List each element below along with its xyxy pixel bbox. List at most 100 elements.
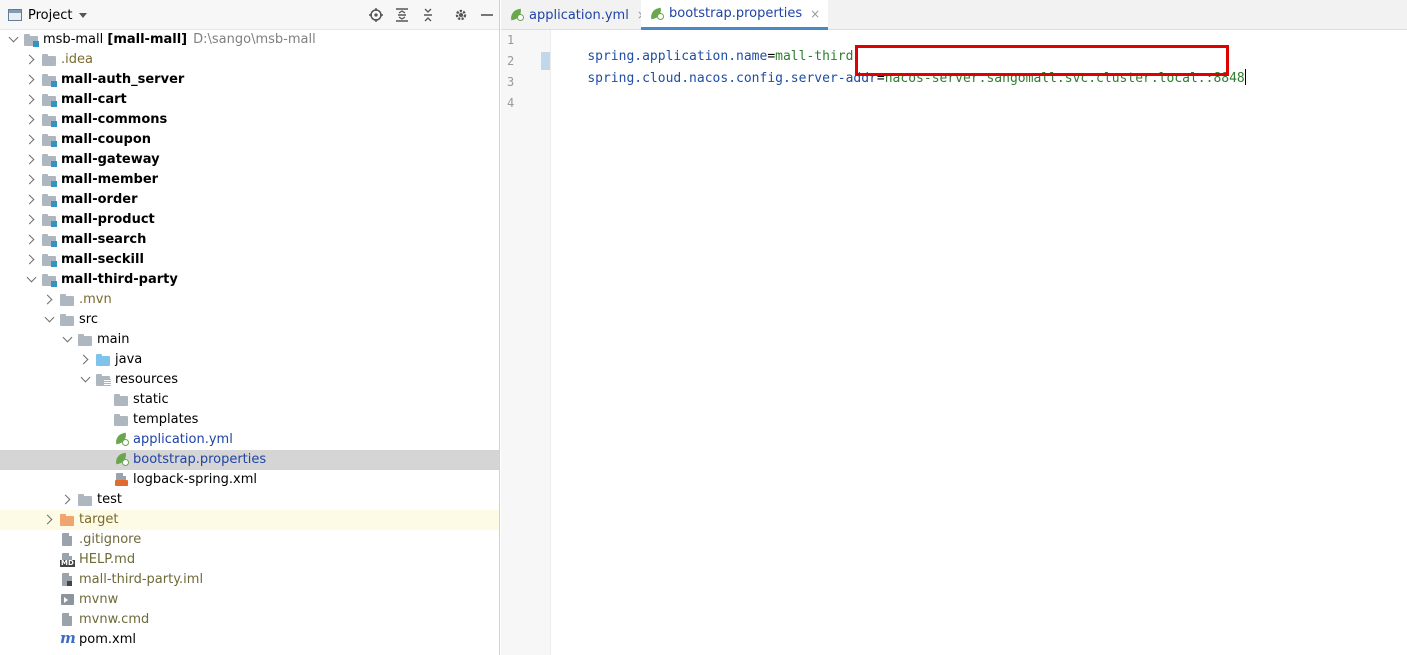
tree-item-src[interactable]: src (0, 310, 499, 330)
tree-item-mall-member[interactable]: mall-member (0, 170, 499, 190)
module-folder-icon (42, 133, 57, 147)
tab-application-yml[interactable]: application.yml× (501, 0, 655, 30)
text-file-icon (60, 613, 75, 626)
tree-item-name: mall-product (61, 212, 155, 227)
chevron-down-icon[interactable] (80, 372, 91, 383)
tree-item-static[interactable]: static (0, 390, 499, 410)
tree-item-java[interactable]: java (0, 350, 499, 370)
chevron-right-icon[interactable] (60, 494, 71, 505)
chevron-right-icon[interactable] (24, 214, 35, 225)
tree-item-label: .idea (61, 52, 93, 68)
minimize-icon[interactable] (478, 6, 496, 24)
tree-item-label: mall-gateway (61, 152, 160, 168)
folder-icon (42, 53, 57, 66)
chevron-down-icon[interactable] (26, 272, 37, 283)
chevron-right-icon[interactable] (24, 254, 35, 265)
tree-item-mall-product[interactable]: mall-product (0, 210, 499, 230)
chevron-down-icon[interactable] (8, 32, 19, 43)
project-view-selector[interactable]: Project (8, 7, 88, 23)
module-name-suffix: [mall-mall] (107, 32, 188, 47)
tree-item-mall-seckill[interactable]: mall-seckill (0, 250, 499, 270)
spring-config-file-icon (114, 432, 129, 446)
chevron-right-icon[interactable] (24, 54, 35, 65)
module-folder-icon (42, 153, 57, 167)
tree-item-mall-third-party-iml[interactable]: mall-third-party.iml (0, 570, 499, 590)
chevron-right-icon[interactable] (42, 514, 53, 525)
tree-item-msb-mall[interactable]: msb-mall [mall-mall] D:\sango\msb-mall (0, 30, 499, 50)
expand-all-icon[interactable] (393, 6, 411, 24)
tree-item-label: test (97, 492, 122, 508)
chevron-right-icon[interactable] (24, 94, 35, 105)
spring-config-file-icon (509, 8, 524, 21)
tree-item-main[interactable]: main (0, 330, 499, 350)
module-folder-icon (42, 213, 57, 227)
module-folder-icon (42, 193, 57, 207)
tree-item-test[interactable]: test (0, 490, 499, 510)
folder-icon (114, 393, 129, 406)
tree-item-mvnw[interactable]: mvnw (0, 590, 499, 610)
tree-item-mall-gateway[interactable]: mall-gateway (0, 150, 499, 170)
tree-item-name: mall-seckill (61, 252, 144, 267)
tree-item-mall-order[interactable]: mall-order (0, 190, 499, 210)
tree-item-pom-xml[interactable]: m pom.xml (0, 629, 499, 650)
tree-item-label: mvnw.cmd (79, 612, 149, 628)
tree-item-mall-auth-server[interactable]: mall-auth_server (0, 70, 499, 90)
tree-item-label: resources (115, 372, 178, 388)
chevron-right-icon[interactable] (42, 294, 53, 305)
tree-item-application-yml[interactable]: application.yml (0, 430, 499, 450)
chevron-right-icon[interactable] (24, 154, 35, 165)
chevron-right-icon[interactable] (24, 194, 35, 205)
chevron-down-icon[interactable] (62, 332, 73, 343)
tree-item-mall-cart[interactable]: mall-cart (0, 90, 499, 110)
tree-item-label: mall-search (61, 232, 146, 248)
tree-item-bootstrap-properties[interactable]: bootstrap.properties (0, 450, 499, 470)
folder-icon (60, 293, 75, 306)
property-key: spring.cloud.nacos.config.server-addr (587, 71, 877, 86)
tree-item-target[interactable]: target (0, 510, 499, 530)
tree-item-idea[interactable]: .idea (0, 50, 499, 70)
shell-script-icon (60, 593, 75, 606)
markdown-file-icon: MD (60, 553, 75, 567)
tree-item-name: .idea (61, 52, 93, 67)
tree-item-gitignore[interactable]: .gitignore (0, 530, 499, 550)
chevron-down-icon[interactable] (44, 312, 55, 323)
maven-file-icon: m (60, 629, 76, 647)
tab-bootstrap-properties[interactable]: bootstrap.properties × (641, 0, 829, 30)
tree-item-mall-coupon[interactable]: mall-coupon (0, 130, 499, 150)
tree-item-name: .gitignore (79, 532, 142, 547)
text-file-icon (60, 533, 75, 546)
tree-item-help-md[interactable]: MD HELP.md (0, 550, 499, 570)
tree-item-templates[interactable]: templates (0, 410, 499, 430)
tree-item-mall-commons[interactable]: mall-commons (0, 110, 499, 130)
locate-icon[interactable] (367, 6, 385, 24)
tree-item-mvnw-cmd[interactable]: mvnw.cmd (0, 610, 499, 630)
chevron-right-icon[interactable] (24, 74, 35, 85)
tree-item-label: mall-auth_server (61, 72, 184, 88)
tree-item-name: mall-commons (61, 112, 168, 127)
code-editor[interactable]: spring.application.name=mall-third sprin… (551, 30, 1407, 655)
chevron-right-icon[interactable] (24, 174, 35, 185)
xml-file-icon (114, 473, 129, 486)
tree-item-name: mall-search (61, 232, 147, 247)
tree-item-label: java (115, 352, 142, 368)
chevron-right-icon[interactable] (24, 114, 35, 125)
tree-item-mall-search[interactable]: mall-search (0, 230, 499, 250)
tree-item-logback-spring-xml[interactable]: logback-spring.xml (0, 470, 499, 490)
gear-icon[interactable] (452, 6, 470, 24)
close-icon[interactable]: × (810, 7, 820, 21)
tree-item-label: mvnw (79, 592, 118, 608)
tree-item-resources[interactable]: resources (0, 370, 499, 390)
chevron-right-icon[interactable] (78, 354, 89, 365)
chevron-right-icon[interactable] (24, 234, 35, 245)
tree-item-name: msb-mall (43, 32, 104, 47)
collapse-all-icon[interactable] (419, 6, 437, 24)
line-number: 2 (507, 54, 515, 68)
spring-config-file-icon (114, 452, 129, 466)
tree-item-name: mall-auth_server (61, 72, 185, 87)
tree-item-name: mall-third-party.iml (79, 572, 204, 587)
module-folder-icon (42, 233, 57, 247)
chevron-right-icon[interactable] (24, 134, 35, 145)
tree-item-mvn[interactable]: .mvn (0, 290, 499, 310)
tree-item-mall-third-party[interactable]: mall-third-party (0, 270, 499, 290)
module-folder-icon (42, 113, 57, 127)
